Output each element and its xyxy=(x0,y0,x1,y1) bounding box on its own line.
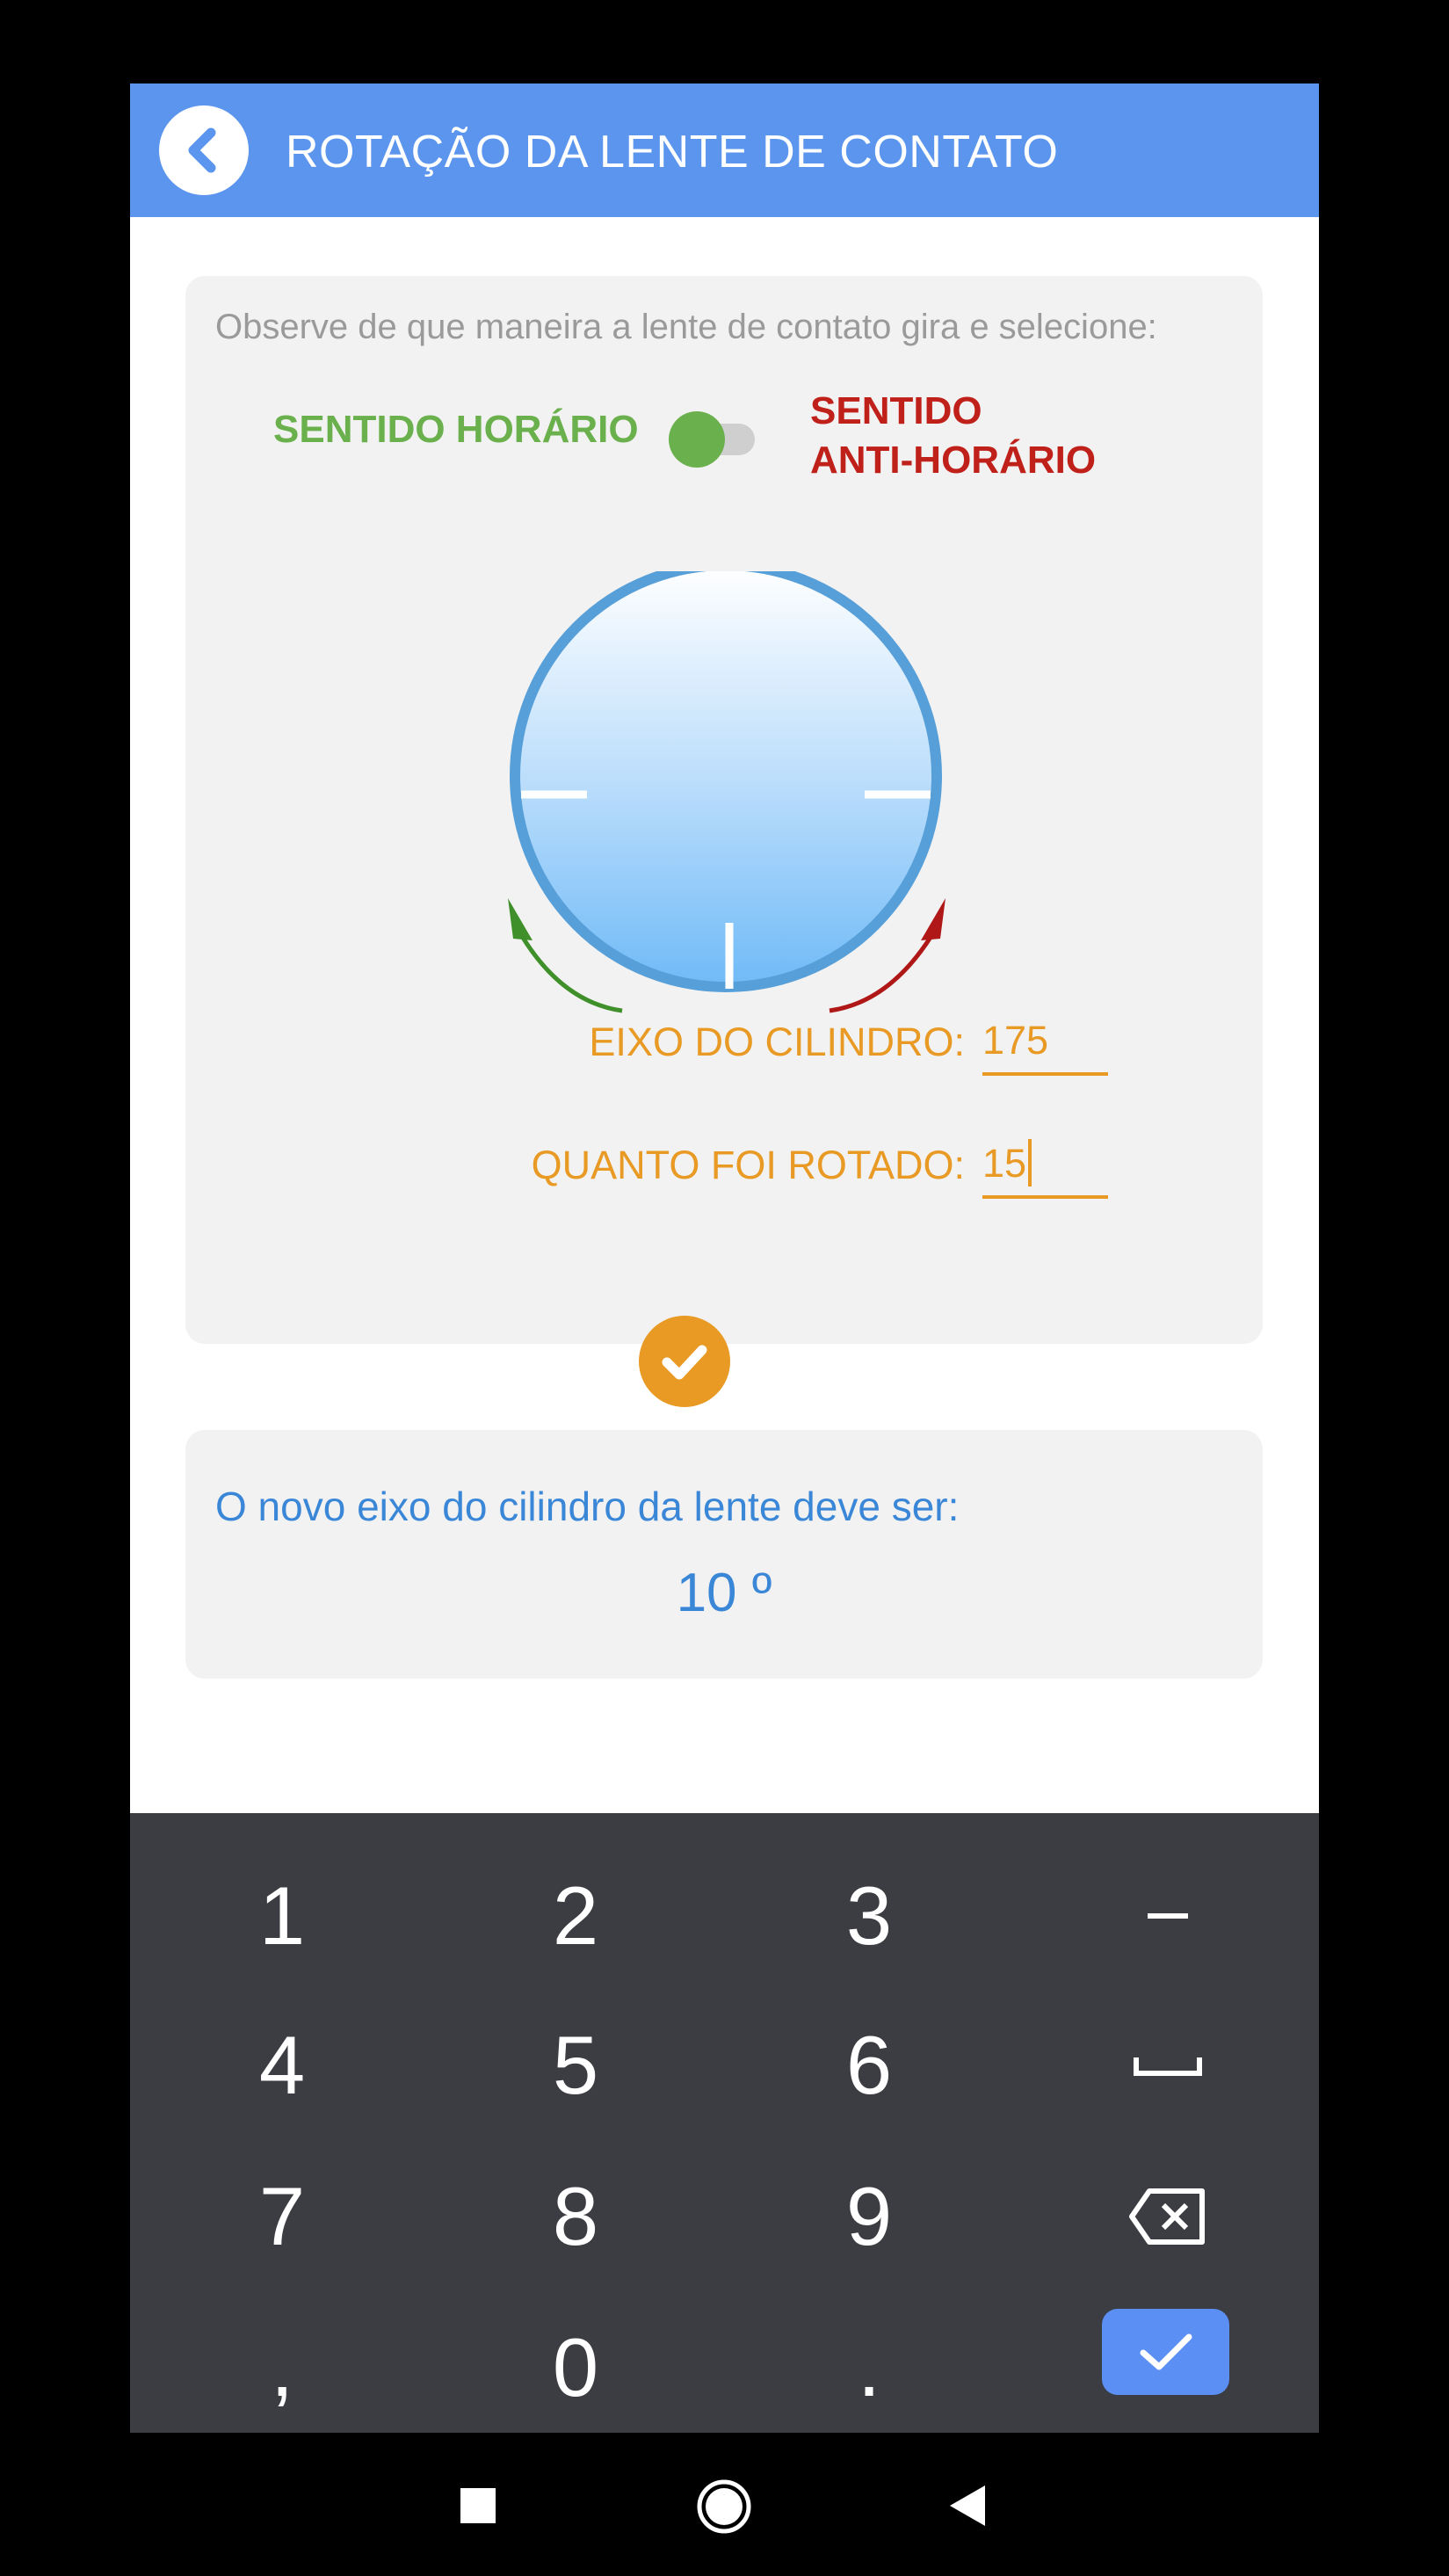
space-icon xyxy=(1134,2057,1202,2076)
rotation-amount-label: QUANTO FOI ROTADO: xyxy=(531,1143,965,1187)
key-4[interactable]: 4 xyxy=(185,1999,379,2131)
back-button[interactable] xyxy=(159,105,249,195)
key-2[interactable]: 2 xyxy=(479,1850,672,1982)
clockwise-arrow-head xyxy=(508,898,533,940)
counterclockwise-arrow-head xyxy=(921,898,945,940)
clockwise-label[interactable]: SENTIDO HORÁRIO xyxy=(273,408,639,452)
key-9[interactable]: 9 xyxy=(772,2151,966,2282)
text-caret xyxy=(1028,1139,1032,1186)
direction-toggle[interactable] xyxy=(663,402,760,468)
rotation-amount-input[interactable]: 15 xyxy=(982,1137,1108,1199)
done-check-icon xyxy=(1140,2333,1192,2370)
app-screen: ROTAÇÃO DA LENTE DE CONTATO Observe de q… xyxy=(130,83,1319,2433)
instruction-text: Observe de que maneira a lente de contat… xyxy=(215,308,1157,346)
key-space[interactable] xyxy=(1071,1999,1264,2131)
keyboard-done-button[interactable] xyxy=(1102,2309,1229,2395)
key-7[interactable]: 7 xyxy=(185,2151,379,2282)
key-1[interactable]: 1 xyxy=(185,1850,379,1982)
back-triangle-icon[interactable] xyxy=(948,2484,987,2532)
result-value: 10 º xyxy=(676,1563,772,1623)
cylinder-axis-value: 175 xyxy=(982,1018,1049,1063)
key-6[interactable]: 6 xyxy=(772,1999,966,2131)
key-backspace[interactable] xyxy=(1071,2151,1264,2282)
confirm-button[interactable] xyxy=(639,1316,730,1407)
key-period[interactable]: . xyxy=(772,2302,966,2433)
result-label: O novo eixo do cilindro da lente deve se… xyxy=(215,1484,960,1529)
backspace-icon xyxy=(1129,2188,1205,2245)
key-3[interactable]: 3 xyxy=(772,1850,966,1982)
key-0[interactable]: 0 xyxy=(479,2302,672,2433)
chevron-left-icon xyxy=(188,127,216,173)
check-icon xyxy=(662,1345,707,1380)
cylinder-axis-label: EIXO DO CILINDRO: xyxy=(589,1020,965,1064)
recents-square-icon[interactable] xyxy=(460,2487,496,2529)
counterclockwise-label[interactable]: SENTIDO ANTI-HORÁRIO xyxy=(810,387,1096,485)
minus-icon xyxy=(1148,1913,1188,1919)
rotation-card: Observe de que maneira a lente de contat… xyxy=(185,276,1263,1407)
key-comma[interactable]: , xyxy=(185,2302,379,2433)
cylinder-axis-input[interactable]: 175 xyxy=(982,1014,1108,1076)
counterclockwise-label-line2: ANTI-HORÁRIO xyxy=(810,439,1097,482)
rotation-amount-value: 15 xyxy=(982,1141,1027,1186)
key-5[interactable]: 5 xyxy=(479,1999,672,2131)
lens-dial-diagram xyxy=(508,571,945,1013)
page-title: ROTAÇÃO DA LENTE DE CONTATO xyxy=(286,127,1059,178)
app-bar: ROTAÇÃO DA LENTE DE CONTATO xyxy=(130,83,1319,217)
result-card: O novo eixo do cilindro da lente deve se… xyxy=(185,1430,1263,1679)
home-circle-icon[interactable] xyxy=(696,2478,752,2539)
toggle-thumb xyxy=(669,411,725,468)
cylinder-axis-row: EIXO DO CILINDRO: 175 xyxy=(589,1014,1108,1076)
key-minus[interactable] xyxy=(1071,1850,1264,1982)
rotation-amount-row: QUANTO FOI ROTADO: 15 xyxy=(532,1137,1108,1199)
key-8[interactable]: 8 xyxy=(479,2151,672,2282)
counterclockwise-label-line1: SENTIDO xyxy=(810,389,982,432)
